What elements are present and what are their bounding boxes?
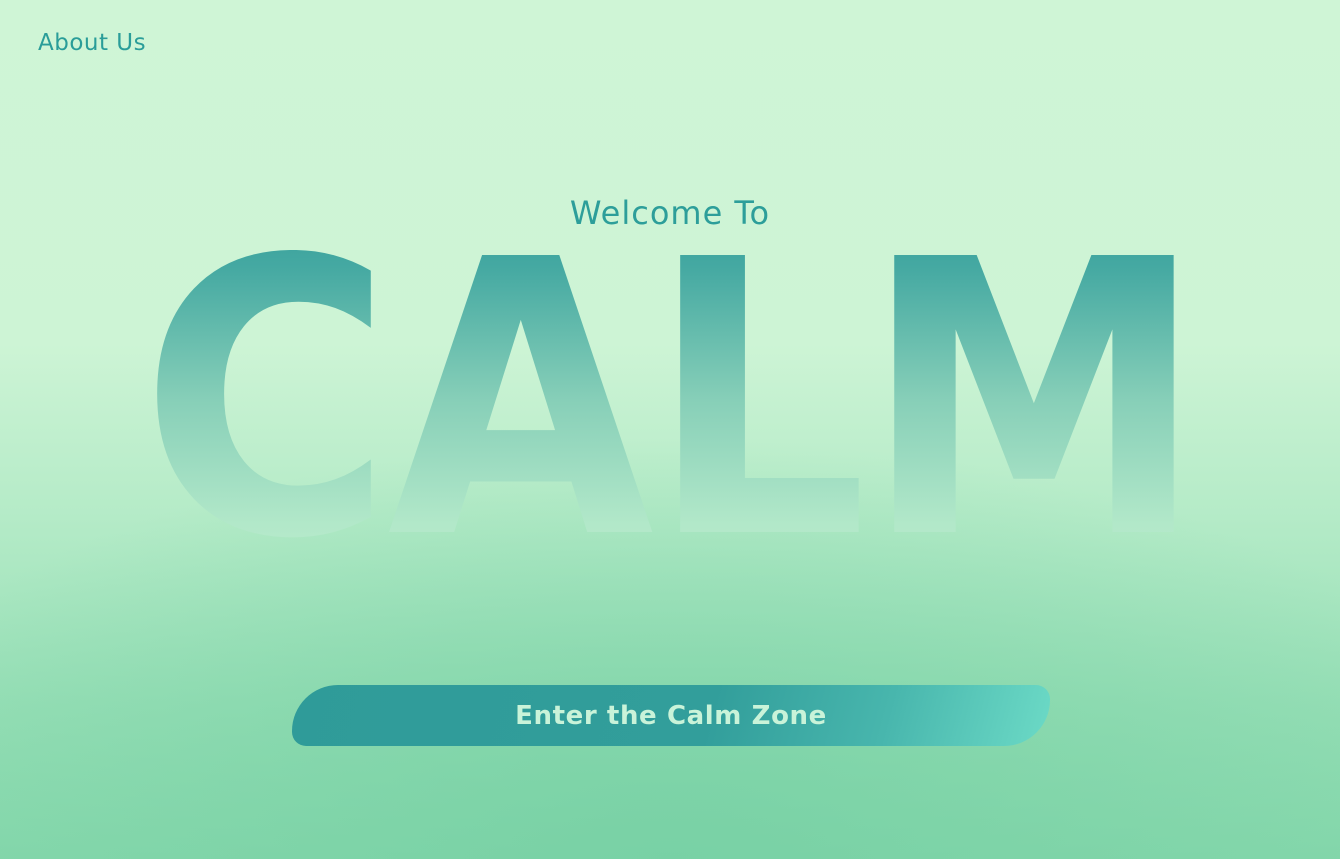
calm-logotype: CALM bbox=[140, 250, 1206, 550]
enter-calm-zone-button[interactable]: Enter the Calm Zone bbox=[292, 685, 1050, 746]
hero-title: CALM bbox=[130, 250, 1210, 550]
about-us-link[interactable]: About Us bbox=[38, 30, 146, 56]
welcome-heading: Welcome To bbox=[569, 194, 771, 232]
calm-title-text: CALM bbox=[140, 250, 1200, 550]
